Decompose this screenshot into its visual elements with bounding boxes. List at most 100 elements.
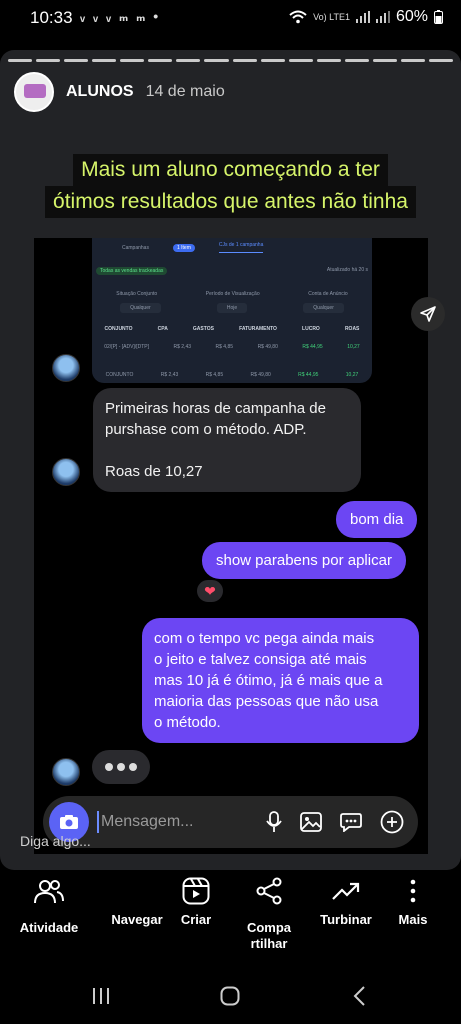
more-label: Mais	[398, 912, 428, 927]
story-avatar[interactable]	[14, 72, 54, 112]
story-caption: Mais um aluno começando a ter ótimos res…	[0, 154, 461, 218]
message-input[interactable]: Mensagem...	[97, 811, 266, 833]
send-icon	[420, 306, 436, 322]
create-label: Criar	[180, 912, 212, 927]
story-date: 14 de maio	[145, 83, 225, 100]
dash-tab-adsets: CJs de 1 campanha	[218, 242, 264, 253]
battery-percent: 60%	[395, 8, 428, 25]
message-text: show parabens por aplicar	[216, 552, 392, 569]
dash-cell: 10,27	[345, 372, 359, 378]
dash-cell: 02/[P] - [ADV]/[DTP]	[104, 344, 149, 350]
dash-cell: R$ 44,95	[298, 372, 319, 378]
dash-cell: 10,27	[347, 344, 360, 350]
people-icon	[34, 880, 64, 904]
camera-icon	[60, 815, 78, 829]
wifi-icon	[289, 10, 307, 24]
message-text: bom dia	[350, 511, 404, 528]
dash-col: FATURAMENTO	[239, 326, 277, 332]
dash-col: CONJUNTO	[104, 326, 133, 332]
heart-reaction: ❤	[195, 578, 225, 604]
caption-line-2: ótimos resultados que antes não tinha	[45, 186, 416, 218]
dash-cell: R$ 4,85	[205, 372, 224, 378]
dash-cell: R$ 49,80	[257, 344, 278, 350]
dash-cell: R$ 49,80	[250, 372, 271, 378]
network-label: Vo) LTE1	[313, 11, 350, 22]
send-story-button[interactable]	[411, 297, 445, 331]
dash-col: GASTOS	[192, 326, 214, 332]
message-text: o método.	[154, 714, 221, 731]
dash-cell: R$ 4,85	[215, 344, 234, 350]
share-label: Compa	[246, 920, 292, 935]
sender-avatar	[52, 458, 80, 486]
story-actions: Atividade Navegar Criar Compa rtilhar Tu…	[0, 870, 461, 970]
recents-icon	[93, 988, 109, 1004]
dash-tab-campaigns: Campanhas	[122, 244, 149, 251]
heart-icon: ❤	[204, 582, 216, 599]
outgoing-message: bom dia	[336, 501, 418, 538]
activity-label: Atividade	[19, 920, 79, 935]
message-text: purshase com o método. ADP.	[105, 421, 307, 438]
dash-updated: Atualizado há 20 s	[326, 267, 368, 273]
message-text: o jeito e talvez consiga até mais	[154, 651, 367, 668]
dash-col: ROAS	[344, 326, 360, 332]
dash-table-header: CONJUNTO CPA GASTOS FATURAMENTO LUCRO RO…	[92, 326, 372, 332]
message-text: maioria das pessoas que não usa	[154, 693, 379, 710]
home-button[interactable]	[215, 984, 245, 1008]
dash-filter: Período de Visualização	[205, 291, 260, 297]
more-vertical-icon	[410, 879, 416, 903]
dash-cell: R$ 44,95	[302, 344, 323, 350]
create-button[interactable]: Criar	[156, 874, 236, 928]
dash-select: Hoje	[216, 303, 248, 313]
dash-col: CPA	[157, 326, 168, 332]
dash-select: Qualquer	[303, 303, 344, 313]
message-text: com o tempo vc pega ainda mais	[154, 630, 375, 647]
incoming-message: Primeiras horas de campanha de purshase …	[93, 388, 361, 492]
add-icon[interactable]	[380, 810, 404, 834]
signal-icon-2	[375, 11, 390, 23]
trending-up-icon	[332, 882, 360, 900]
dash-select: Qualquer	[120, 303, 161, 313]
signal-icon	[355, 11, 370, 23]
typing-indicator	[92, 750, 150, 784]
dash-filter: Conta de Anúncio	[308, 291, 348, 297]
sticker-icon[interactable]	[340, 812, 362, 832]
message-text: mas 10 já é ótimo, já é mais que a	[154, 672, 383, 689]
message-text: Roas de 10,27	[105, 463, 203, 480]
recent-apps-button[interactable]	[86, 984, 116, 1008]
back-icon	[353, 986, 365, 1006]
status-bar: 10:33 ᵥ ᵥ ᵥ ₘ ₘ • Vo) LTE1 60%	[0, 0, 461, 36]
microphone-icon[interactable]	[266, 811, 282, 833]
gallery-icon[interactable]	[300, 812, 322, 832]
sender-avatar	[52, 354, 80, 382]
share-button[interactable]: Compa rtilhar	[229, 874, 309, 952]
dash-cell: CONJUNTO	[105, 372, 134, 378]
back-button[interactable]	[345, 984, 375, 1008]
dash-cell: R$ 2,43	[160, 372, 179, 378]
home-icon	[220, 986, 240, 1006]
outgoing-message: com o tempo vc pega ainda mais o jeito e…	[142, 618, 419, 743]
reply-input[interactable]: Diga algo...	[20, 833, 91, 849]
dash-badge: 1 Item	[172, 243, 195, 252]
story-header[interactable]: ALUNOS 14 de maio	[14, 72, 225, 112]
story-username[interactable]: ALUNOS	[66, 83, 134, 101]
sender-avatar	[52, 758, 80, 786]
dash-table-row: 02/[P] - [ADV]/[DTP] R$ 2,43 R$ 4,85 R$ …	[92, 344, 372, 350]
dashboard-image: Campanhas 1 Item CJs de 1 campanha Todas…	[92, 238, 372, 383]
reels-icon	[182, 877, 210, 905]
outgoing-message: show parabens por aplicar	[202, 542, 406, 579]
message-composer: Mensagem...	[43, 796, 418, 848]
system-nav-bar	[0, 972, 461, 1024]
activity-button[interactable]: Atividade	[9, 874, 89, 936]
caption-line-1: Mais um aluno começando a ter	[73, 154, 388, 186]
dash-cell: R$ 2,43	[173, 344, 192, 350]
status-time: 10:33	[30, 8, 73, 27]
more-button[interactable]: Mais	[373, 874, 453, 928]
message-text: Primeiras horas de campanha de	[105, 400, 326, 417]
dash-pill: Todas as vendas trackeadas	[96, 267, 168, 275]
share-label: rtilhar	[250, 936, 288, 951]
dash-col: LUCRO	[302, 326, 320, 332]
dash-table-row: CONJUNTO R$ 2,43 R$ 4,85 R$ 49,80 R$ 44,…	[92, 372, 372, 378]
notification-icons: ᵥ ᵥ ᵥ ₘ ₘ •	[80, 8, 161, 24]
status-right: Vo) LTE1 60%	[289, 8, 443, 26]
battery-icon	[434, 10, 443, 24]
